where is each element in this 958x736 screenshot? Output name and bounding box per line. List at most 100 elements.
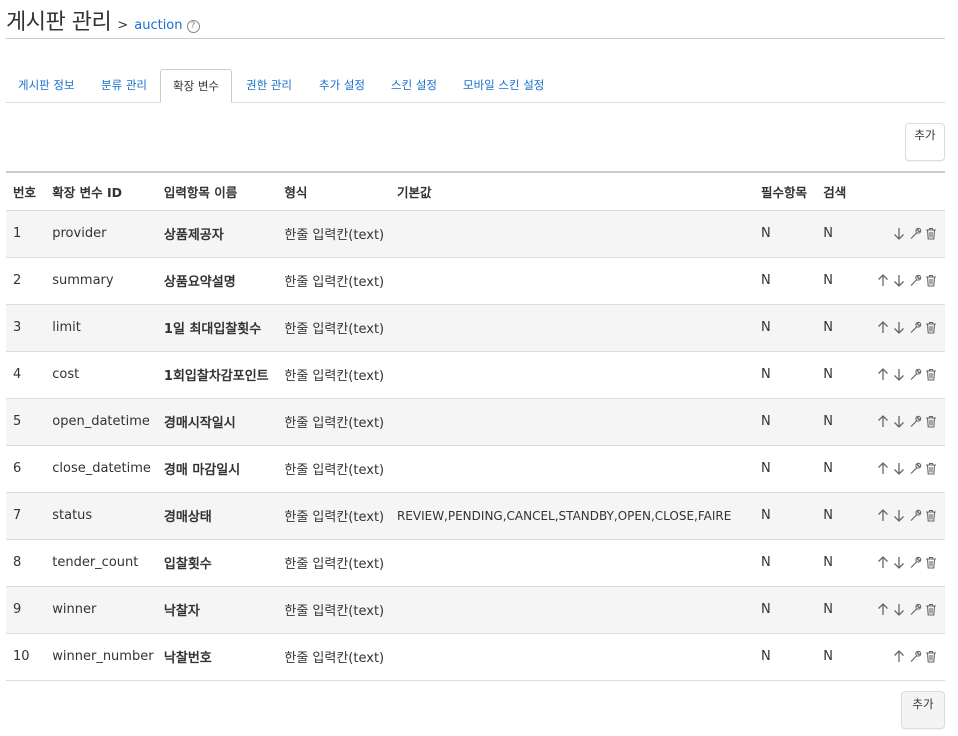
- cell-no: 2: [13, 273, 22, 288]
- cell-no: 6: [13, 461, 22, 476]
- arrow-down-icon[interactable]: [891, 508, 907, 524]
- table-row: 10 winner_number 낙찰번호 한줄 입력칸(text) N N: [6, 633, 945, 680]
- cell-default: [397, 633, 761, 680]
- trash-icon[interactable]: [923, 414, 939, 430]
- cell-required: N: [760, 320, 771, 335]
- header-no: 번호: [13, 184, 37, 200]
- cell-default: [397, 539, 761, 586]
- trash-icon[interactable]: [923, 226, 939, 242]
- cell-input-name: 경매상태: [163, 510, 212, 525]
- tab-3[interactable]: 확장 변수: [160, 69, 232, 103]
- arrow-down-icon[interactable]: [891, 461, 907, 477]
- cell-actions: [862, 210, 945, 257]
- cell-no: 10: [13, 649, 30, 664]
- cell-search: N: [823, 273, 833, 288]
- wrench-icon[interactable]: [907, 508, 923, 524]
- add-button-bottom[interactable]: 추가: [901, 691, 945, 729]
- cell-actions: [862, 539, 945, 586]
- trash-icon[interactable]: [923, 508, 939, 524]
- tab-6[interactable]: 스킨 설정: [379, 69, 449, 102]
- arrow-down-icon[interactable]: [891, 555, 907, 571]
- tab-2[interactable]: 분류 관리: [89, 69, 159, 102]
- header-search: 검색: [823, 184, 847, 200]
- arrow-down-icon[interactable]: [891, 367, 907, 383]
- tab-1[interactable]: 게시판 정보: [6, 69, 87, 102]
- breadcrumb-link-auction[interactable]: auction: [134, 18, 182, 33]
- arrow-down-icon[interactable]: [891, 273, 907, 289]
- cell-input-name: 낙찰번호: [163, 651, 212, 666]
- cell-var-id: cost: [52, 367, 80, 382]
- add-button-top[interactable]: 추가: [905, 123, 945, 161]
- wrench-icon[interactable]: [907, 226, 923, 242]
- cell-type: 한줄 입력칸(text): [284, 463, 385, 478]
- cell-no: 9: [13, 602, 22, 617]
- trash-icon[interactable]: [923, 649, 939, 665]
- cell-default: [397, 304, 761, 351]
- cell-required: N: [760, 414, 771, 429]
- wrench-icon[interactable]: [907, 602, 923, 618]
- tab-5[interactable]: 추가 설정: [307, 69, 377, 102]
- wrench-icon[interactable]: [907, 273, 923, 289]
- tab-4[interactable]: 권한 관리: [234, 69, 304, 102]
- cell-default: [397, 586, 761, 633]
- cell-type: 한줄 입력칸(text): [284, 557, 385, 572]
- wrench-icon[interactable]: [907, 320, 923, 336]
- header-var-id: 확장 변수 ID: [52, 184, 122, 200]
- tab-7[interactable]: 모바일 스킨 설정: [451, 69, 556, 102]
- cell-input-name: 경매시작일시: [163, 416, 236, 431]
- cell-required: N: [760, 555, 771, 570]
- cell-var-id: open_datetime: [52, 414, 150, 429]
- table-row: 3 limit 1일 최대입찰횟수 한줄 입력칸(text) N N: [6, 304, 945, 351]
- arrow-down-icon[interactable]: [891, 226, 907, 242]
- arrow-up-icon[interactable]: [875, 508, 891, 524]
- cell-actions: [862, 492, 945, 539]
- help-icon[interactable]: ?: [186, 20, 200, 33]
- tab-bar: 게시판 정보 분류 관리 확장 변수 권한 관리 추가 설정 스킨 설정 모바일 스킨 설정: [6, 69, 945, 103]
- cell-default: [397, 257, 761, 304]
- cell-type: 한줄 입력칸(text): [284, 322, 385, 337]
- cell-var-id: close_datetime: [52, 461, 151, 476]
- arrow-up-icon[interactable]: [875, 461, 891, 477]
- wrench-icon[interactable]: [907, 414, 923, 430]
- cell-search: N: [823, 320, 833, 335]
- trash-icon[interactable]: [923, 461, 939, 477]
- trash-icon[interactable]: [923, 320, 939, 336]
- arrow-up-icon[interactable]: [875, 602, 891, 618]
- header-actions: [862, 172, 945, 210]
- cell-actions: [862, 257, 945, 304]
- cell-var-id: provider: [52, 226, 107, 241]
- arrow-up-icon[interactable]: [875, 555, 891, 571]
- arrow-down-icon[interactable]: [891, 414, 907, 430]
- trash-icon[interactable]: [923, 602, 939, 618]
- trash-icon[interactable]: [923, 367, 939, 383]
- arrow-up-icon[interactable]: [875, 320, 891, 336]
- wrench-icon[interactable]: [907, 461, 923, 477]
- cell-required: N: [760, 367, 771, 382]
- cell-required: N: [760, 273, 771, 288]
- cell-actions: [862, 351, 945, 398]
- wrench-icon[interactable]: [907, 367, 923, 383]
- cell-input-name: 경매 마감일시: [163, 463, 241, 478]
- wrench-icon[interactable]: [907, 649, 923, 665]
- arrow-down-icon[interactable]: [891, 602, 907, 618]
- cell-required: N: [760, 461, 771, 476]
- cell-actions: [862, 445, 945, 492]
- cell-actions: [862, 633, 945, 680]
- cell-var-id: status: [52, 508, 93, 523]
- cell-search: N: [823, 461, 833, 476]
- cell-input-name: 낙찰자: [163, 604, 200, 619]
- cell-no: 5: [13, 414, 22, 429]
- trash-icon[interactable]: [923, 273, 939, 289]
- arrow-up-icon[interactable]: [891, 649, 907, 665]
- wrench-icon[interactable]: [907, 555, 923, 571]
- arrow-up-icon[interactable]: [875, 367, 891, 383]
- cell-no: 4: [13, 367, 22, 382]
- cell-input-name: 상품제공자: [163, 228, 224, 243]
- cell-no: 3: [13, 320, 22, 335]
- arrow-up-icon[interactable]: [875, 414, 891, 430]
- arrow-down-icon[interactable]: [891, 320, 907, 336]
- trash-icon[interactable]: [923, 555, 939, 571]
- arrow-up-icon[interactable]: [875, 273, 891, 289]
- cell-input-name: 상품요약설명: [163, 275, 236, 290]
- cell-type: 한줄 입력칸(text): [284, 416, 385, 431]
